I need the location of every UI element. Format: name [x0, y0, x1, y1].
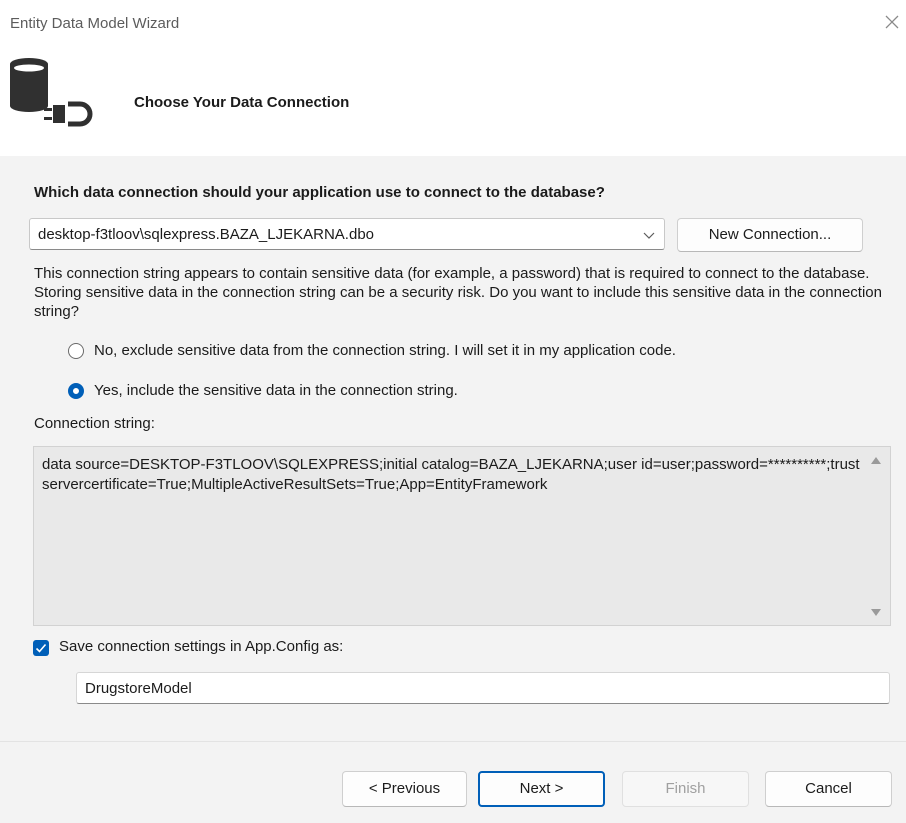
close-icon[interactable] — [880, 10, 904, 34]
connection-question: Which data connection should your applic… — [34, 184, 605, 201]
database-connection-icon — [10, 58, 93, 127]
wizard-content: Which data connection should your applic… — [0, 156, 906, 741]
radio-exclude-label[interactable]: No, exclude sensitive data from the conn… — [94, 342, 676, 359]
connection-dropdown-value: desktop-f3tloov\sqlexpress.BAZA_LJEKARNA… — [38, 226, 374, 243]
connection-string-textbox[interactable]: data source=DESKTOP-F3TLOOV\SQLEXPRESS;i… — [33, 446, 891, 626]
connection-dropdown[interactable]: desktop-f3tloov\sqlexpress.BAZA_LJEKARNA… — [29, 218, 665, 250]
sensitive-data-warning: This connection string appears to contai… — [34, 265, 882, 320]
scroll-up-arrow-icon[interactable] — [871, 457, 881, 464]
chevron-down-icon — [643, 232, 655, 239]
radio-exclude-button[interactable] — [68, 343, 84, 359]
wizard-header: Choose Your Data Connection — [0, 48, 906, 156]
connection-string-label: Connection string: — [34, 415, 155, 432]
model-name-value: DrugstoreModel — [85, 680, 192, 697]
previous-button[interactable]: < Previous — [342, 771, 467, 807]
title-bar: Entity Data Model Wizard — [0, 0, 906, 48]
save-settings-checkbox[interactable] — [33, 640, 49, 656]
connection-string-text: data source=DESKTOP-F3TLOOV\SQLEXPRESS;i… — [42, 456, 860, 493]
page-title: Choose Your Data Connection — [134, 94, 350, 111]
new-connection-button[interactable]: New Connection... — [677, 218, 863, 252]
finish-button: Finish — [622, 771, 749, 807]
scroll-down-arrow-icon[interactable] — [871, 609, 881, 616]
model-name-input[interactable]: DrugstoreModel — [76, 672, 890, 704]
window-title: Entity Data Model Wizard — [10, 15, 180, 32]
save-settings-label[interactable]: Save connection settings in App.Config a… — [59, 638, 343, 655]
checkmark-icon — [35, 643, 47, 653]
radio-include-button[interactable] — [68, 383, 84, 399]
cancel-button[interactable]: Cancel — [765, 771, 892, 807]
next-button[interactable]: Next > — [478, 771, 605, 807]
wizard-footer: < Previous Next > Finish Cancel — [0, 741, 906, 823]
radio-include-label[interactable]: Yes, include the sensitive data in the c… — [94, 382, 458, 399]
